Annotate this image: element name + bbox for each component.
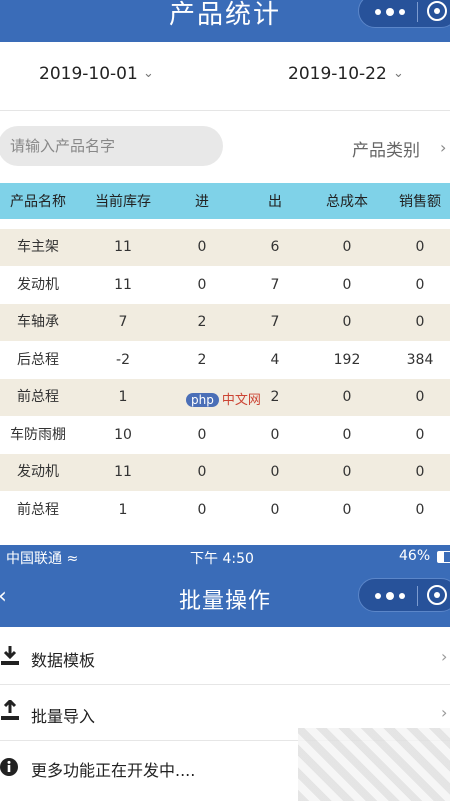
- table-cell: 0: [342, 389, 352, 405]
- chevron-right-icon: ›: [441, 703, 448, 722]
- table-cell: 前总程: [17, 389, 59, 405]
- list-item-label: 批量导入: [31, 707, 96, 726]
- table-cell: 车轴承: [17, 314, 59, 330]
- table-cell: 0: [197, 239, 207, 255]
- start-date-picker[interactable]: 2019-10-01: [39, 64, 138, 84]
- table-cell: 0: [415, 464, 425, 480]
- table-cell: 0: [270, 501, 280, 518]
- table-row[interactable]: 车轴承 7 2 7 0 0: [0, 304, 450, 341]
- table-cell: 发动机: [17, 464, 59, 480]
- table-cell: 0: [197, 464, 207, 480]
- table-cell: 4: [270, 351, 280, 368]
- table-cell: 2: [270, 389, 280, 405]
- table-row[interactable]: 后总程 -2 2 4 192 384: [0, 341, 450, 379]
- list-item-data-template[interactable]: 数据模板 ›: [0, 629, 450, 685]
- wifi-icon: ≈: [66, 551, 79, 567]
- table-cell: 6: [270, 239, 280, 255]
- table-cell: 7: [118, 314, 128, 330]
- table-cell: 0: [342, 276, 352, 293]
- table-cell: 192: [333, 351, 361, 368]
- table-cell: 0: [415, 276, 425, 293]
- chevron-right-icon[interactable]: ›: [440, 138, 446, 157]
- upload-icon: [1, 700, 19, 720]
- chevron-right-icon: ›: [441, 647, 448, 666]
- table-cell: 0: [342, 426, 352, 443]
- table-cell: 11: [114, 464, 132, 480]
- table-cell: 0: [415, 501, 425, 518]
- table-cell: 0: [342, 501, 352, 518]
- table-row[interactable]: 发动机 11 0 7 0 0: [0, 266, 450, 304]
- table-cell: 384: [406, 351, 434, 368]
- table-row[interactable]: 车主架 11 0 6 0 0: [0, 229, 450, 266]
- table-cell: 11: [114, 276, 132, 293]
- blurred-overlay: [298, 728, 450, 801]
- table-row[interactable]: 前总程 1 0 0 0 0: [0, 491, 450, 529]
- product-search-input[interactable]: [0, 126, 223, 166]
- table-cell: 0: [197, 426, 207, 443]
- table-cell: 1: [118, 389, 128, 405]
- mini-program-capsule: [358, 0, 450, 28]
- status-time: 下午 4:50: [190, 551, 254, 567]
- carrier-label: 中国联通 ≈: [6, 551, 79, 567]
- watermark-logo: php 中文网: [186, 389, 261, 408]
- divider: [0, 110, 450, 111]
- table-cell: 0: [270, 464, 280, 480]
- list-item-label: 更多功能正在开发中....: [31, 761, 196, 780]
- table-cell: 2: [197, 351, 207, 368]
- table-cell: 发动机: [17, 276, 59, 293]
- list-item-label: 数据模板: [31, 651, 96, 670]
- table-cell: 前总程: [17, 501, 59, 518]
- table-cell: 0: [197, 276, 207, 293]
- info-icon: [0, 758, 18, 776]
- column-header: 出: [268, 194, 282, 210]
- more-icon[interactable]: [371, 0, 409, 29]
- column-header: 当前库存: [95, 194, 151, 210]
- battery-level: 46%: [399, 548, 431, 564]
- table-cell: 2: [197, 314, 207, 330]
- chevron-down-icon[interactable]: ⌄: [143, 66, 154, 81]
- table-cell: 0: [415, 389, 425, 405]
- table-cell: 11: [114, 239, 132, 255]
- table-cell: 1: [118, 501, 128, 518]
- table-row[interactable]: 车防雨棚 10 0 0 0 0: [0, 416, 450, 454]
- table-cell: 0: [342, 464, 352, 480]
- table-cell: 0: [415, 314, 425, 330]
- table-cell: 0: [342, 314, 352, 330]
- column-header: 总成本: [326, 194, 368, 210]
- table-cell: 0: [270, 426, 280, 443]
- battery-icon: [437, 551, 450, 563]
- table-cell: 0: [415, 426, 425, 443]
- category-filter[interactable]: 产品类别: [352, 136, 420, 161]
- table-row[interactable]: 发动机 11 0 0 0 0: [0, 454, 450, 491]
- download-icon: [1, 646, 19, 665]
- chevron-down-icon[interactable]: ⌄: [393, 66, 404, 81]
- column-header: 进: [195, 194, 209, 210]
- table-cell: 7: [270, 314, 280, 330]
- close-mini-program-icon[interactable]: [427, 585, 447, 605]
- close-mini-program-icon[interactable]: [427, 1, 447, 21]
- table-cell: 0: [197, 501, 207, 518]
- mini-program-capsule: [358, 578, 450, 612]
- table-cell: 7: [270, 276, 280, 293]
- table-cell: 车主架: [17, 239, 59, 255]
- table-cell: 车防雨棚: [10, 426, 66, 443]
- column-header: 产品名称: [10, 194, 66, 210]
- column-header: 销售额: [399, 194, 441, 210]
- table-cell: 0: [415, 239, 425, 255]
- table-cell: -2: [116, 351, 130, 368]
- end-date-picker[interactable]: 2019-10-22: [288, 64, 387, 84]
- more-icon[interactable]: [371, 579, 409, 613]
- table-cell: 0: [342, 239, 352, 255]
- table-cell: 后总程: [17, 351, 59, 368]
- table-cell: 10: [114, 426, 132, 443]
